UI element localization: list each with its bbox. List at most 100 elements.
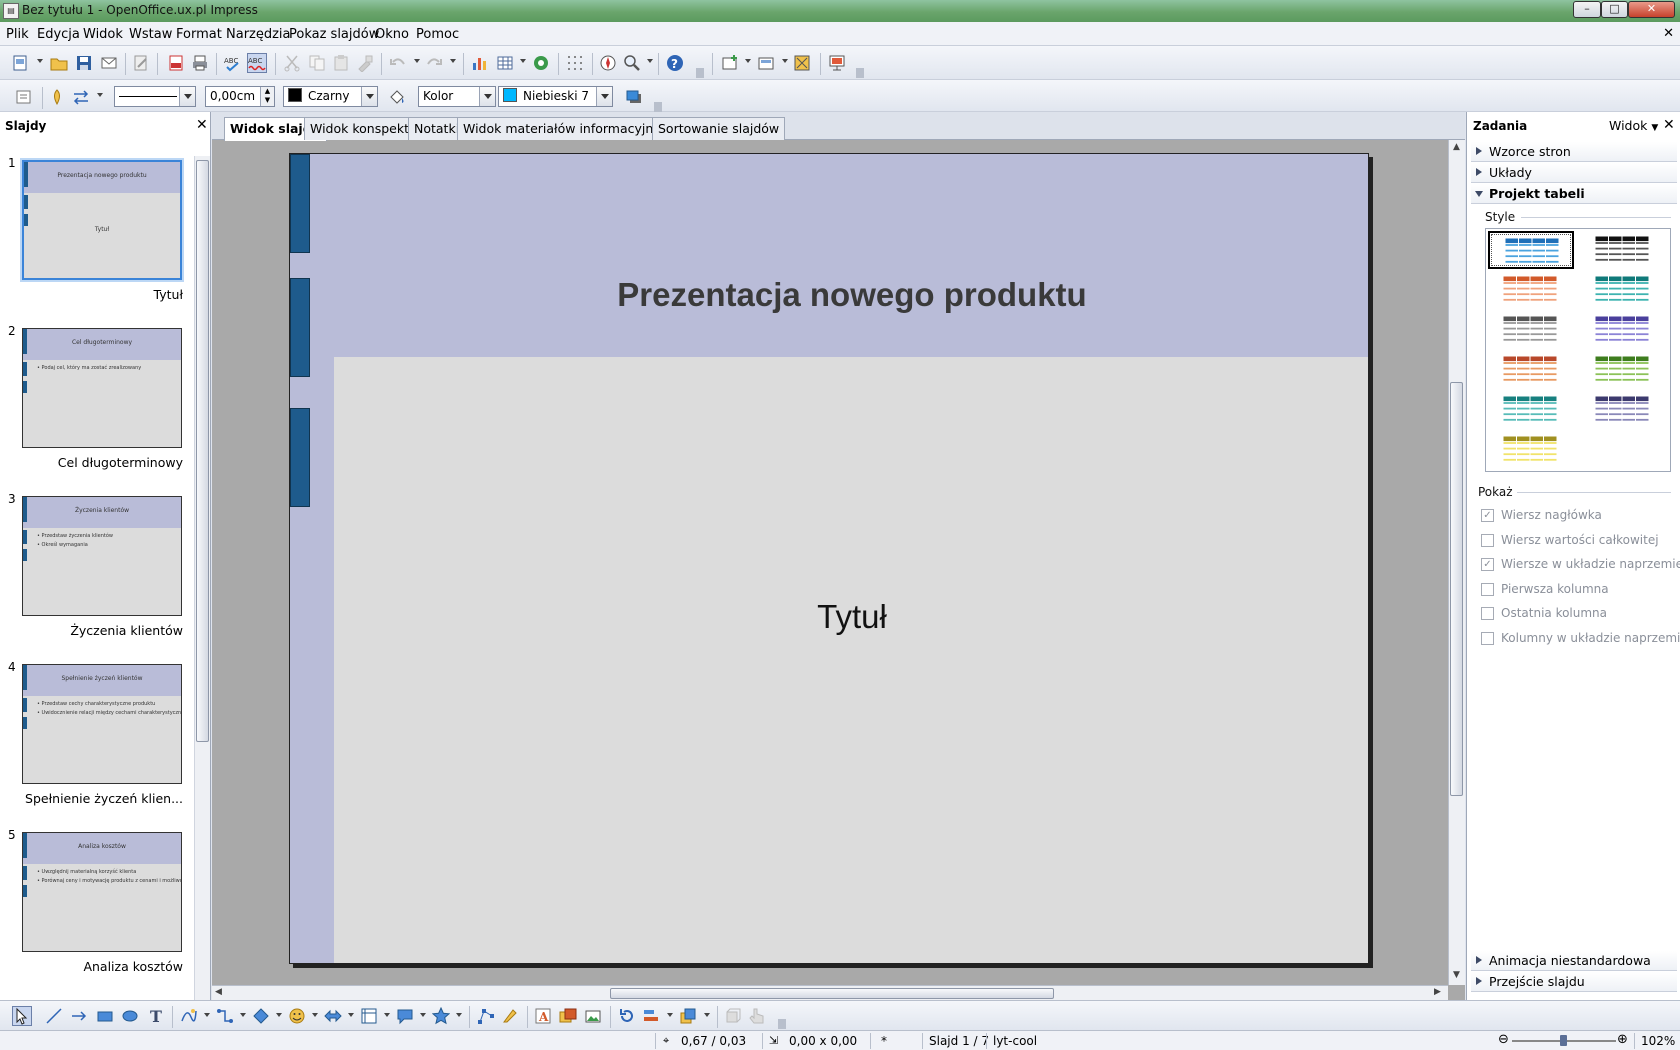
line-arrow-tool-icon[interactable]: [69, 1006, 89, 1026]
edit-vertical-scrollbar[interactable]: ▲ ▼: [1448, 140, 1465, 985]
slides-panel-scrollbar[interactable]: [194, 156, 210, 1000]
maximize-button[interactable]: □: [1601, 1, 1628, 18]
chevron-down-icon[interactable]: [596, 87, 612, 106]
slides-panel-close-icon[interactable]: ✕: [196, 117, 208, 133]
callouts-dropdown-icon[interactable]: [420, 1013, 426, 1017]
block-arrows-icon[interactable]: [323, 1006, 343, 1026]
slide-show-icon[interactable]: [827, 53, 847, 73]
insert-table-dropdown-icon[interactable]: [520, 59, 526, 63]
arrange-icon[interactable]: [678, 1006, 698, 1026]
checkbox[interactable]: [1481, 533, 1494, 547]
slide-thumbnail-5[interactable]: 5 Analiza kosztów • Uwzględnij materialną …: [0, 828, 195, 996]
slide-thumbnail-4[interactable]: 4 Spełnienie życzeń klientów • Przedstaw c…: [0, 660, 195, 828]
zoom-slider-knob[interactable]: [1560, 1035, 1567, 1046]
insert-table-icon[interactable]: [495, 53, 515, 73]
table-style-6[interactable]: [1580, 311, 1666, 349]
master-view-icon[interactable]: [792, 53, 812, 73]
menu-plik[interactable]: Plik: [6, 27, 29, 42]
window-close-button[interactable]: ✕: [1628, 1, 1675, 18]
chevron-down-icon[interactable]: [361, 87, 377, 106]
line-icon[interactable]: [47, 87, 67, 107]
table-style-1[interactable]: [1488, 231, 1574, 269]
new-document-icon[interactable]: [10, 53, 30, 73]
help-icon[interactable]: ?: [665, 53, 685, 73]
slide-title[interactable]: Prezentacja nowego produktu: [334, 276, 1370, 314]
slide-design-icon[interactable]: [756, 53, 776, 73]
rectangle-tool-icon[interactable]: [95, 1006, 115, 1026]
line-style-select[interactable]: [114, 86, 196, 107]
save-icon[interactable]: [74, 53, 94, 73]
modified-indicator[interactable]: *: [881, 1034, 887, 1048]
curve-tool-icon[interactable]: [179, 1006, 199, 1026]
select-pointer-icon[interactable]: [12, 1006, 32, 1026]
new-document-dropdown-icon[interactable]: [37, 59, 43, 63]
flowcharts-icon[interactable]: [359, 1006, 379, 1026]
table-style-8[interactable]: [1580, 351, 1666, 389]
text-tool-icon[interactable]: T: [146, 1006, 166, 1026]
zoom-out-icon[interactable]: ⊖: [1498, 1032, 1509, 1047]
cut-icon[interactable]: [282, 53, 302, 73]
line-color-select[interactable]: Czarny: [283, 86, 378, 107]
menu-edycja[interactable]: Edycja: [37, 27, 80, 42]
block-arrows-dropdown-icon[interactable]: [348, 1013, 354, 1017]
tasks-panel-close-icon[interactable]: ✕: [1663, 117, 1675, 133]
slide-preview[interactable]: Życzenia klientów • Przedstaw życzenia kl…: [22, 496, 182, 616]
menu-okno[interactable]: Okno: [375, 27, 409, 42]
redo-icon[interactable]: [424, 53, 444, 73]
connector-tool-icon[interactable]: [215, 1006, 235, 1026]
email-icon[interactable]: [99, 53, 119, 73]
menu-widok[interactable]: Widok: [83, 27, 123, 42]
slide-thumbnail-2[interactable]: 2 Cel długoterminowy • Podaj cel, który ma…: [0, 324, 195, 492]
scroll-right-icon[interactable]: ▶: [1434, 987, 1441, 997]
chevron-down-icon[interactable]: [479, 87, 495, 106]
points-icon[interactable]: [476, 1006, 496, 1026]
table-style-2[interactable]: [1580, 231, 1666, 269]
checkbox[interactable]: ✓: [1481, 509, 1494, 522]
slide-design-dropdown-icon[interactable]: [782, 59, 788, 63]
align-dropdown-icon[interactable]: [667, 1013, 673, 1017]
insert-image-icon[interactable]: [558, 1006, 578, 1026]
callouts-icon[interactable]: [395, 1006, 415, 1026]
copy-icon[interactable]: [307, 53, 327, 73]
edit-hscroll-thumb[interactable]: [610, 988, 1054, 999]
section-uklady[interactable]: Układy: [1471, 163, 1677, 183]
ellipse-tool-icon[interactable]: [120, 1006, 140, 1026]
chevron-down-icon[interactable]: [179, 87, 195, 106]
tab-widok-materialow[interactable]: Widok materiałów informacyjnych: [457, 117, 682, 140]
gallery-icon[interactable]: [583, 1006, 603, 1026]
symbol-shapes-dropdown-icon[interactable]: [312, 1013, 318, 1017]
menu-pomoc[interactable]: Pomoc: [416, 27, 459, 42]
checkbox[interactable]: [1481, 631, 1494, 645]
fontwork-icon[interactable]: A: [533, 1006, 553, 1026]
edit-horizontal-scrollbar[interactable]: ◀ ▶: [212, 985, 1448, 1000]
area-color-select[interactable]: Niebieski 7: [498, 86, 613, 107]
slide-canvas[interactable]: Prezentacja nowego produktu Tytuł: [289, 153, 1369, 964]
interaction-icon[interactable]: [747, 1006, 767, 1026]
section-animacja-niestandardowa[interactable]: Animacja niestandardowa: [1471, 951, 1677, 971]
area-style-select[interactable]: Kolor: [418, 86, 496, 107]
display-grid-icon[interactable]: [14, 87, 34, 107]
flowcharts-dropdown-icon[interactable]: [384, 1013, 390, 1017]
show-draw-functions-icon[interactable]: [531, 53, 551, 73]
tab-widok-konspektu[interactable]: Widok konspektu: [304, 117, 423, 140]
basic-shapes-dropdown-icon[interactable]: [276, 1013, 282, 1017]
tab-sortowanie-slajdow[interactable]: Sortowanie slajdów: [652, 117, 786, 140]
align-icon[interactable]: [641, 1006, 661, 1026]
glue-points-icon[interactable]: [500, 1006, 520, 1026]
table-style-10[interactable]: [1580, 391, 1666, 429]
shadow-icon[interactable]: [624, 87, 644, 107]
area-fill-icon[interactable]: [387, 87, 407, 107]
slide-subtitle[interactable]: Tytuł: [334, 598, 1370, 636]
tasks-view-menu[interactable]: Widok ▼: [1609, 118, 1658, 133]
slides-scroll-thumb[interactable]: [196, 160, 209, 742]
zoom-dropdown-icon[interactable]: [647, 59, 653, 63]
undo-dropdown-icon[interactable]: [414, 59, 420, 63]
slide-thumbnail-3[interactable]: 3 Życzenia klientów • Przedstaw życzenia k…: [0, 492, 195, 660]
menu-format[interactable]: Format: [176, 27, 222, 42]
table-style-3[interactable]: [1488, 271, 1574, 309]
section-projekt-tabeli[interactable]: Projekt tabeli: [1471, 184, 1677, 204]
curve-dropdown-icon[interactable]: [204, 1013, 210, 1017]
minimize-button[interactable]: –: [1573, 1, 1601, 18]
paste-icon[interactable]: [331, 53, 351, 73]
undo-icon[interactable]: [388, 53, 408, 73]
